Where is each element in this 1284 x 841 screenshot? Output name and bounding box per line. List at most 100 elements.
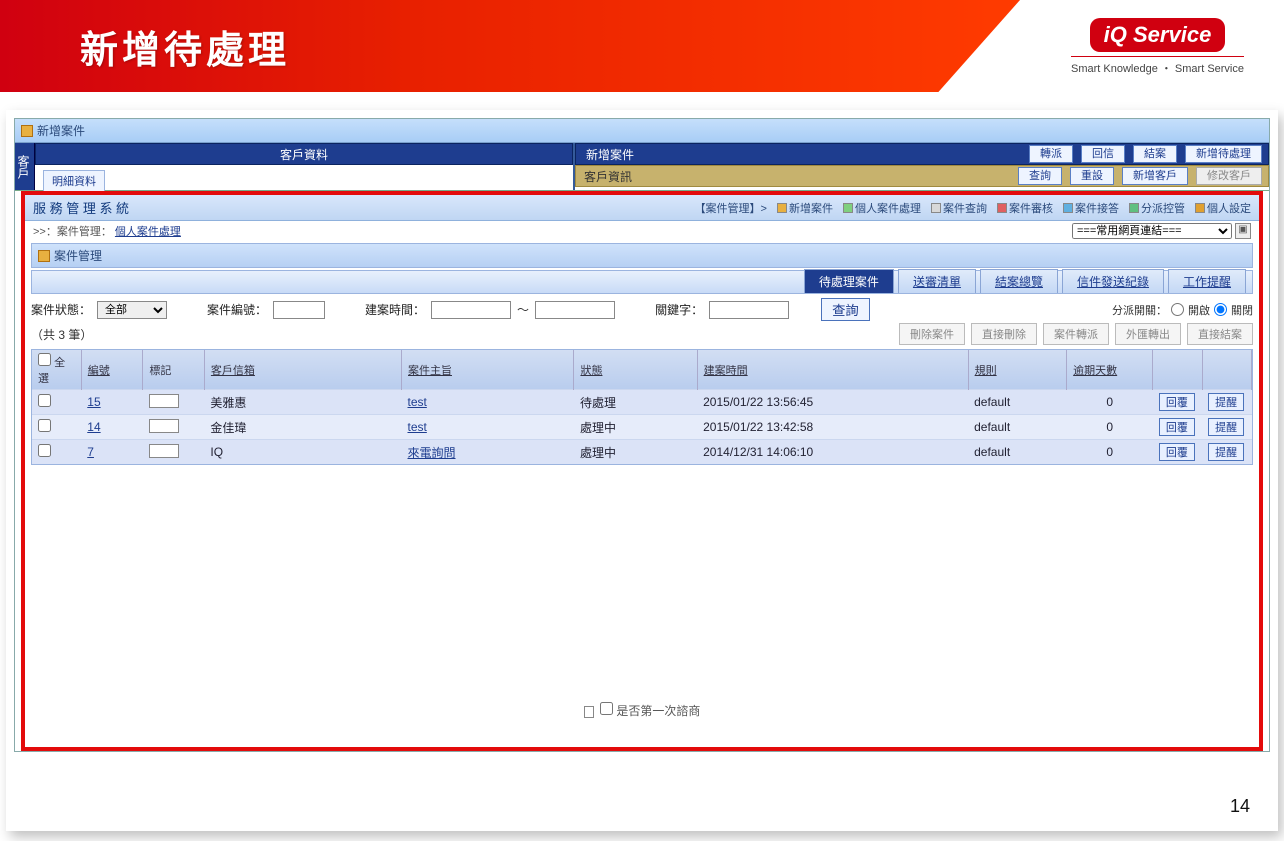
dispatch-off-radio[interactable] xyxy=(1214,303,1227,316)
direct-delete-button[interactable]: 直接刪除 xyxy=(971,323,1037,345)
customer-sub-header: 客戶資訊 查詢 重設 新增客戶 修改客戶 xyxy=(575,165,1269,187)
caseno-input[interactable] xyxy=(273,301,325,319)
answer-icon xyxy=(1063,203,1073,213)
add-pending-button[interactable]: 新增待處理 xyxy=(1185,145,1262,163)
status-select[interactable]: 全部 xyxy=(97,301,167,319)
row-created: 2014/12/31 14:06:10 xyxy=(697,440,968,465)
delete-case-button[interactable]: 刪除案件 xyxy=(899,323,965,345)
row-mailbox: 美雅惠 xyxy=(204,390,401,415)
row-no-link[interactable]: 15 xyxy=(87,395,100,409)
dispatch-on-radio[interactable] xyxy=(1171,303,1184,316)
row-no-link[interactable]: 14 xyxy=(87,420,100,434)
date-from-input[interactable] xyxy=(431,301,511,319)
col-no[interactable]: 編號 xyxy=(81,350,143,390)
quicklinks-select[interactable]: ===常用網頁連結=== xyxy=(1072,223,1232,239)
lock-icon xyxy=(584,706,594,718)
edit-customer-button[interactable]: 修改客戶 xyxy=(1196,167,1262,185)
row-remind-button[interactable]: 提醒 xyxy=(1208,443,1244,461)
banner-bg: 新增待處理 xyxy=(0,0,1020,92)
row-reply-button[interactable]: 回覆 xyxy=(1159,443,1195,461)
gear-icon xyxy=(1195,203,1205,213)
tab-mail-log[interactable]: 信件發送紀錄 xyxy=(1062,269,1164,293)
plus-icon xyxy=(777,203,787,213)
query-button[interactable]: 查詢 xyxy=(1018,167,1062,185)
customer-info-title: 客戶資料 xyxy=(280,146,328,163)
page-number: 14 xyxy=(1230,796,1250,817)
filter-query-button[interactable]: 查詢 xyxy=(821,298,870,321)
customer-sub-title: 客戶資訊 xyxy=(584,168,632,185)
case-action-buttons: 轉派 回信 結案 新增待處理 xyxy=(1029,145,1262,163)
dispatch-on-label: 開啟 xyxy=(1188,302,1210,318)
row-checkbox[interactable] xyxy=(38,394,51,407)
tab-review[interactable]: 送審清單 xyxy=(898,269,976,293)
row-tag[interactable] xyxy=(149,419,179,433)
add-customer-button[interactable]: 新增客戶 xyxy=(1122,167,1188,185)
side-vertical-label: 客戶 xyxy=(15,143,35,190)
keyword-label: 關鍵字： xyxy=(655,301,703,318)
breadcrumb-link[interactable]: 個人案件處理 xyxy=(115,226,181,238)
row-subject-link[interactable]: test xyxy=(408,395,427,409)
col-tag: 標記 xyxy=(143,350,205,390)
row-remind-button[interactable]: 提醒 xyxy=(1208,393,1244,411)
first-consult-checkbox[interactable] xyxy=(600,702,613,715)
app-window: 新增案件 客戶 客戶資料 明細資料 新增案件 轉派 回信 結案 xyxy=(14,118,1270,752)
date-to-input[interactable] xyxy=(535,301,615,319)
top-left-panel: 客戶資料 明細資料 xyxy=(35,143,575,190)
row-reply-button[interactable]: 回覆 xyxy=(1159,418,1195,436)
window-title: 新增案件 xyxy=(37,122,85,139)
row-remind-button[interactable]: 提醒 xyxy=(1208,418,1244,436)
detail-tab-label[interactable]: 明細資料 xyxy=(43,170,105,192)
row-checkbox[interactable] xyxy=(38,419,51,432)
row-overdue: 0 xyxy=(1067,390,1153,415)
row-status: 待處理 xyxy=(574,390,697,415)
case-transfer-button[interactable]: 案件轉派 xyxy=(1043,323,1109,345)
caseno-label: 案件編號： xyxy=(207,301,267,318)
link-case-review[interactable]: 案件審核 xyxy=(997,200,1053,216)
col-subject[interactable]: 案件主旨 xyxy=(402,350,574,390)
col-overdue[interactable]: 逾期天數 xyxy=(1067,350,1153,390)
transfer-button[interactable]: 轉派 xyxy=(1029,145,1073,163)
col-created[interactable]: 建案時間 xyxy=(697,350,968,390)
tab-closed[interactable]: 結案總覽 xyxy=(980,269,1058,293)
go-button[interactable]: ▣ xyxy=(1235,223,1251,239)
new-case-header: 新增案件 轉派 回信 結案 新增待處理 xyxy=(575,143,1269,165)
highlight-box: 服 務 管 理 系 統 【案件管理】> 新增案件 個人案件處理 案件查詢 案件審… xyxy=(21,191,1263,751)
row-subject-link[interactable]: test xyxy=(408,420,427,434)
row-tag[interactable] xyxy=(149,444,179,458)
row-reply-button[interactable]: 回覆 xyxy=(1159,393,1195,411)
reset-button[interactable]: 重設 xyxy=(1070,167,1114,185)
keyword-input[interactable] xyxy=(709,301,789,319)
row-rule: default xyxy=(968,440,1067,465)
search-icon xyxy=(931,203,941,213)
close-button[interactable]: 結案 xyxy=(1133,145,1177,163)
select-all-checkbox[interactable] xyxy=(38,353,51,366)
row-subject-link[interactable]: 來電詢問 xyxy=(408,446,456,460)
col-status[interactable]: 狀態 xyxy=(574,350,697,390)
row-tag[interactable] xyxy=(149,394,179,408)
customer-info-header: 客戶資料 xyxy=(35,143,573,165)
table-row: 7 IQ 來電詢問 處理中 2014/12/31 14:06:10 defaul… xyxy=(32,440,1252,465)
col-mailbox[interactable]: 客戶信箱 xyxy=(204,350,401,390)
link-case-query[interactable]: 案件查詢 xyxy=(931,200,987,216)
count-text: （共 3 筆） xyxy=(31,326,92,343)
link-case-answer[interactable]: 案件接答 xyxy=(1063,200,1119,216)
row-checkbox[interactable] xyxy=(38,444,51,457)
link-personal-case[interactable]: 個人案件處理 xyxy=(843,200,921,216)
col-rule[interactable]: 規則 xyxy=(968,350,1067,390)
dispatch-label: 分派開關： xyxy=(1112,302,1167,318)
link-settings[interactable]: 個人設定 xyxy=(1195,200,1251,216)
window-titlebar: 新增案件 xyxy=(15,119,1269,143)
direct-close-button[interactable]: 直接結案 xyxy=(1187,323,1253,345)
tab-pending[interactable]: 待處理案件 xyxy=(804,269,894,293)
new-case-title: 新增案件 xyxy=(586,146,634,163)
row-mailbox: IQ xyxy=(204,440,401,465)
link-new-case[interactable]: 新增案件 xyxy=(777,200,833,216)
tab-reminder[interactable]: 工作提醒 xyxy=(1168,269,1246,293)
export-button[interactable]: 外匯轉出 xyxy=(1115,323,1181,345)
link-dispatch[interactable]: 分派控管 xyxy=(1129,200,1185,216)
reply-button[interactable]: 回信 xyxy=(1081,145,1125,163)
row-no-link[interactable]: 7 xyxy=(87,445,94,459)
slide-body: 新增案件 客戶 客戶資料 明細資料 新增案件 轉派 回信 結案 xyxy=(6,110,1278,831)
system-header: 服 務 管 理 系 統 【案件管理】> 新增案件 個人案件處理 案件查詢 案件審… xyxy=(25,195,1259,221)
top-grid: 客戶 客戶資料 明細資料 新增案件 轉派 回信 結案 新增待處理 xyxy=(15,143,1269,191)
